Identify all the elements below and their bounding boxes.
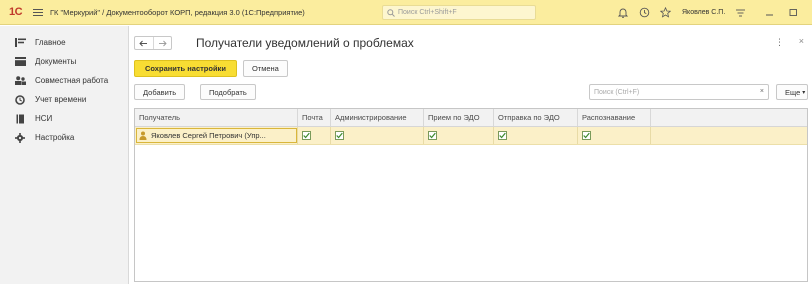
- column-header-edo-send[interactable]: Отправка по ЭДО: [494, 109, 578, 126]
- title-bar: 1С ГК "Меркурий" / Документооборот КОРП,…: [0, 0, 812, 25]
- sections-panel: Главное Документы Совместная работа Учет…: [0, 26, 129, 284]
- column-header-mail[interactable]: Почта: [298, 109, 331, 126]
- mail-checkbox[interactable]: [302, 131, 311, 140]
- recipient-name: Яковлев Сергей Петрович (Упр...: [151, 131, 266, 140]
- recognition-checkbox[interactable]: [582, 131, 591, 140]
- global-search-placeholder: Поиск Ctrl+Shift+F: [398, 9, 457, 16]
- app-logo: 1С: [9, 6, 23, 18]
- administration-cell: [331, 127, 424, 144]
- chevron-down-icon: ▾: [802, 89, 806, 96]
- column-header-edo-receive[interactable]: Прием по ЭДО: [424, 109, 494, 126]
- main-menu-icon[interactable]: [33, 8, 43, 16]
- sidebar-item-nsi[interactable]: НСИ: [0, 109, 128, 128]
- column-header-recognition[interactable]: Распознавание: [578, 109, 651, 126]
- save-settings-button[interactable]: Сохранить настройки: [134, 60, 237, 77]
- sidebar-item-label: Главное: [35, 38, 66, 47]
- more-button[interactable]: Еще ▾: [776, 84, 808, 100]
- clock-icon: [14, 94, 26, 105]
- book-icon: [14, 114, 26, 124]
- add-button[interactable]: Добавить: [134, 84, 186, 100]
- forward-arrow-icon[interactable]: [152, 37, 172, 49]
- pick-button[interactable]: Подобрать: [200, 84, 256, 100]
- edo-send-checkbox[interactable]: [498, 131, 507, 140]
- sidebar-item-label: Совместная работа: [35, 76, 109, 85]
- more-button-label: Еще: [785, 87, 801, 97]
- sidebar-item-label: Настройка: [35, 133, 75, 142]
- sidebar-item-documents[interactable]: Документы: [0, 52, 128, 71]
- recognition-cell: [578, 127, 651, 144]
- nav-buttons: [134, 36, 172, 50]
- column-header-administration[interactable]: Администрирование: [331, 109, 424, 126]
- form-close-icon[interactable]: ×: [799, 36, 804, 46]
- sidebar-item-label: Документы: [35, 57, 77, 66]
- column-header-recipient[interactable]: Получатель: [135, 109, 298, 126]
- sidebar-item-time-tracking[interactable]: Учет времени: [0, 90, 128, 109]
- edo-receive-checkbox[interactable]: [428, 131, 437, 140]
- clear-search-icon[interactable]: ×: [760, 88, 764, 95]
- bell-icon[interactable]: [617, 7, 629, 19]
- gear-icon: [14, 132, 26, 143]
- edo-receive-cell: [424, 127, 494, 144]
- minimize-icon[interactable]: [763, 7, 775, 19]
- form-area: Получатели уведомлений о проблемах ⋮ × С…: [132, 26, 812, 284]
- mail-cell: [298, 127, 331, 144]
- table-search-input[interactable]: Поиск (Ctrl+F) ×: [589, 84, 769, 100]
- edo-send-cell: [494, 127, 578, 144]
- page-title: Получатели уведомлений о проблемах: [196, 36, 414, 50]
- global-search-input[interactable]: Поиск Ctrl+Shift+F: [382, 5, 536, 20]
- recipients-table: Получатель Почта Администрирование Прием…: [134, 108, 808, 282]
- more-actions-icon[interactable]: ⋮: [775, 37, 784, 48]
- documents-icon: [14, 57, 26, 67]
- history-icon[interactable]: [638, 7, 650, 19]
- table-search-placeholder: Поиск (Ctrl+F): [594, 88, 640, 96]
- sidebar-item-label: НСИ: [35, 114, 53, 123]
- people-icon: [14, 76, 26, 86]
- settings-menu-icon[interactable]: [734, 7, 746, 19]
- cancel-button[interactable]: Отмена: [242, 60, 288, 77]
- maximize-icon[interactable]: [787, 7, 799, 19]
- search-icon: [387, 8, 395, 17]
- sidebar-item-settings[interactable]: Настройка: [0, 128, 128, 147]
- sidebar-item-label: Учет времени: [35, 95, 87, 104]
- window-title: ГК "Меркурий" / Документооборот КОРП, ре…: [50, 7, 305, 17]
- sidebar-item-collaboration[interactable]: Совместная работа: [0, 71, 128, 90]
- current-user[interactable]: Яковлев С.П.: [682, 9, 725, 16]
- back-arrow-icon[interactable]: [135, 37, 153, 49]
- recipient-cell[interactable]: Яковлев Сергей Петрович (Упр...: [135, 127, 298, 144]
- user-icon: [139, 131, 147, 140]
- favorites-star-icon[interactable]: [659, 7, 671, 19]
- menu-lines-icon: [14, 38, 26, 48]
- table-header: Получатель Почта Администрирование Прием…: [135, 109, 807, 127]
- sidebar-item-main[interactable]: Главное: [0, 33, 128, 52]
- table-row[interactable]: Яковлев Сергей Петрович (Упр...: [135, 127, 807, 145]
- administration-checkbox[interactable]: [335, 131, 344, 140]
